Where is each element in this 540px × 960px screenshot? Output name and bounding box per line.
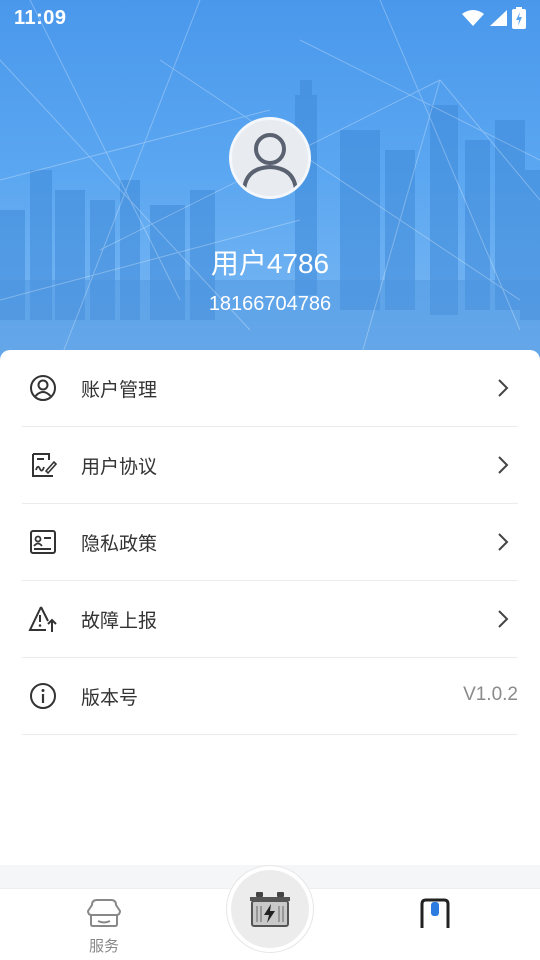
status-bar: 11:09	[0, 0, 540, 36]
info-icon	[28, 681, 58, 711]
menu-item-label: 版本号	[81, 686, 139, 709]
menu-item-label: 隐私政策	[81, 532, 158, 555]
chevron-right-icon	[498, 379, 509, 397]
menu-item-privacy-policy[interactable]: 隐私政策	[22, 504, 518, 581]
menu-item-fault-report[interactable]: 故障上报	[22, 581, 518, 658]
warning-report-icon	[28, 604, 58, 634]
menu-item-label: 账户管理	[81, 378, 158, 401]
username: 用户4786	[210, 248, 330, 279]
menu-card: 账户管理 用户协议 隐私政策 故障上报 版本号 V1.0.2	[0, 350, 540, 865]
menu-item-version: 版本号 V1.0.2	[22, 658, 518, 735]
agreement-icon	[28, 450, 58, 480]
chevron-right-icon	[498, 610, 509, 628]
service-icon	[86, 899, 122, 927]
chevron-right-icon	[498, 533, 509, 551]
tab-mine[interactable]	[418, 898, 452, 928]
status-icons	[462, 7, 526, 29]
profile-header: 11:09 用户4786 18166704786	[0, 0, 540, 372]
menu-item-label: 用户协议	[81, 455, 158, 478]
tab-service[interactable]: 服务	[74, 897, 134, 956]
battery-charging-icon	[512, 7, 526, 29]
battery-charge-icon	[250, 892, 290, 927]
center-battery-button[interactable]	[227, 866, 313, 952]
user-avatar-icon[interactable]	[229, 117, 311, 199]
signal-icon	[490, 10, 507, 26]
profile-tab-icon	[420, 898, 450, 928]
menu-item-label: 故障上报	[81, 609, 158, 632]
tab-service-label: 服务	[88, 937, 119, 955]
privacy-icon	[28, 527, 58, 557]
wifi-icon	[462, 10, 484, 26]
chevron-right-icon	[498, 456, 509, 474]
status-time: 11:09	[14, 6, 67, 29]
menu-item-account[interactable]: 账户管理	[22, 350, 518, 427]
account-icon	[28, 373, 58, 403]
version-value: V1.0.2	[463, 684, 518, 705]
phone-number: 18166704786	[208, 293, 332, 315]
menu-item-user-agreement[interactable]: 用户协议	[22, 427, 518, 504]
